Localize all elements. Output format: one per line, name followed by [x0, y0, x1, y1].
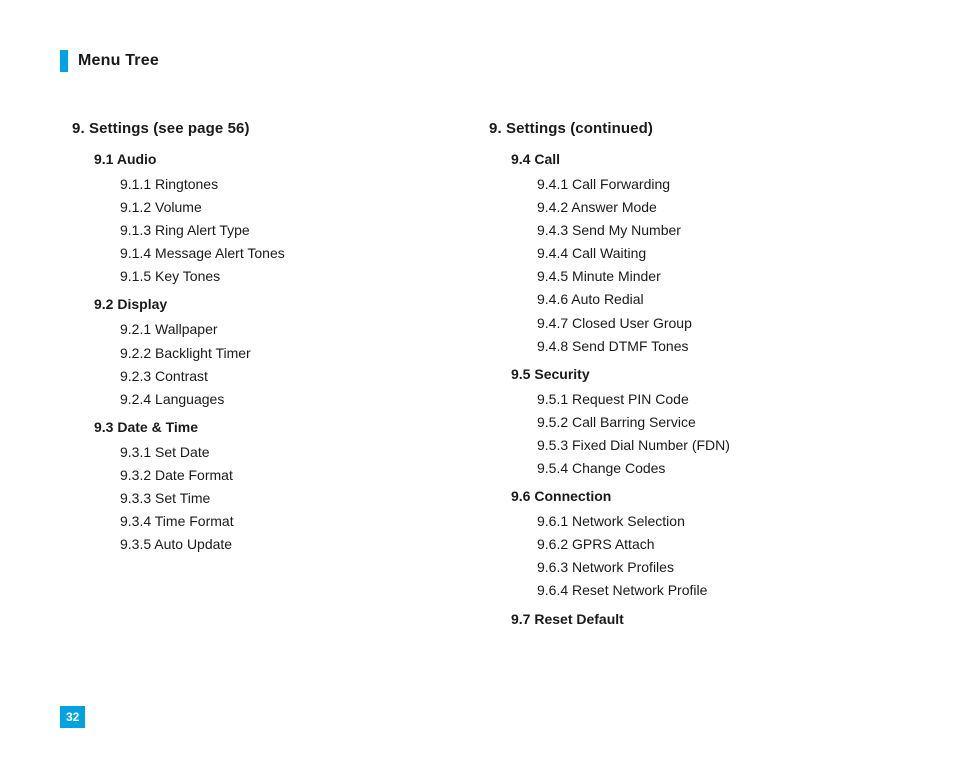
list-item: 9.6.4 Reset Network Profile: [537, 579, 894, 602]
list-item: 9.4.6 Auto Redial: [537, 288, 894, 311]
title-accent-bar: [60, 50, 68, 72]
list-item: 9.1.2 Volume: [120, 196, 477, 219]
list-item: 9.1.1 Ringtones: [120, 173, 477, 196]
list-item: 9.5.4 Change Codes: [537, 457, 894, 480]
item-list: 9.2.1 Wallpaper 9.2.2 Backlight Timer 9.…: [120, 318, 477, 410]
subsection-display: 9.2 Display 9.2.1 Wallpaper 9.2.2 Backli…: [94, 296, 477, 410]
subsection-date-time: 9.3 Date & Time 9.3.1 Set Date 9.3.2 Dat…: [94, 419, 477, 556]
subsection-title: 9.1 Audio: [94, 151, 477, 167]
list-item: 9.5.2 Call Barring Service: [537, 411, 894, 434]
list-item: 9.6.3 Network Profiles: [537, 556, 894, 579]
list-item: 9.3.2 Date Format: [120, 464, 477, 487]
page-title: Menu Tree: [78, 52, 159, 70]
list-item: 9.4.1 Call Forwarding: [537, 173, 894, 196]
subsection-audio: 9.1 Audio 9.1.1 Ringtones 9.1.2 Volume 9…: [94, 151, 477, 288]
item-list: 9.6.1 Network Selection 9.6.2 GPRS Attac…: [537, 510, 894, 602]
right-heading: 9. Settings (continued): [489, 120, 894, 137]
list-item: 9.1.5 Key Tones: [120, 265, 477, 288]
item-list: 9.1.1 Ringtones 9.1.2 Volume 9.1.3 Ring …: [120, 173, 477, 288]
list-item: 9.4.3 Send My Number: [537, 219, 894, 242]
subsection-title: 9.4 Call: [511, 151, 894, 167]
subsection-title: 9.2 Display: [94, 296, 477, 312]
list-item: 9.3.1 Set Date: [120, 441, 477, 464]
list-item: 9.6.2 GPRS Attach: [537, 533, 894, 556]
item-list: 9.4.1 Call Forwarding 9.4.2 Answer Mode …: [537, 173, 894, 358]
subsection-reset-default: 9.7 Reset Default: [511, 611, 894, 627]
list-item: 9.1.3 Ring Alert Type: [120, 219, 477, 242]
list-item: 9.5.1 Request PIN Code: [537, 388, 894, 411]
list-item: 9.2.4 Languages: [120, 388, 477, 411]
list-item: 9.4.8 Send DTMF Tones: [537, 335, 894, 358]
subsection-title: 9.7 Reset Default: [511, 611, 894, 627]
list-item: 9.4.5 Minute Minder: [537, 265, 894, 288]
subsection-title: 9.3 Date & Time: [94, 419, 477, 435]
subsection-title: 9.6 Connection: [511, 488, 894, 504]
left-heading: 9. Settings (see page 56): [72, 120, 477, 137]
list-item: 9.2.3 Contrast: [120, 365, 477, 388]
list-item: 9.4.7 Closed User Group: [537, 312, 894, 335]
columns: 9. Settings (see page 56) 9.1 Audio 9.1.…: [60, 120, 894, 633]
subsection-connection: 9.6 Connection 9.6.1 Network Selection 9…: [511, 488, 894, 602]
subsection-title: 9.5 Security: [511, 366, 894, 382]
item-list: 9.3.1 Set Date 9.3.2 Date Format 9.3.3 S…: [120, 441, 477, 556]
list-item: 9.5.3 Fixed Dial Number (FDN): [537, 434, 894, 457]
item-list: 9.5.1 Request PIN Code 9.5.2 Call Barrin…: [537, 388, 894, 480]
left-column: 9. Settings (see page 56) 9.1 Audio 9.1.…: [60, 120, 477, 633]
page-number: 32: [60, 706, 85, 728]
list-item: 9.3.4 Time Format: [120, 510, 477, 533]
subsection-call: 9.4 Call 9.4.1 Call Forwarding 9.4.2 Ans…: [511, 151, 894, 358]
right-column: 9. Settings (continued) 9.4 Call 9.4.1 C…: [477, 120, 894, 633]
page: Menu Tree 9. Settings (see page 56) 9.1 …: [0, 0, 954, 673]
subsection-security: 9.5 Security 9.5.1 Request PIN Code 9.5.…: [511, 366, 894, 480]
list-item: 9.4.4 Call Waiting: [537, 242, 894, 265]
list-item: 9.1.4 Message Alert Tones: [120, 242, 477, 265]
list-item: 9.2.1 Wallpaper: [120, 318, 477, 341]
list-item: 9.3.5 Auto Update: [120, 533, 477, 556]
title-row: Menu Tree: [60, 50, 894, 72]
list-item: 9.3.3 Set Time: [120, 487, 477, 510]
list-item: 9.6.1 Network Selection: [537, 510, 894, 533]
list-item: 9.4.2 Answer Mode: [537, 196, 894, 219]
list-item: 9.2.2 Backlight Timer: [120, 342, 477, 365]
